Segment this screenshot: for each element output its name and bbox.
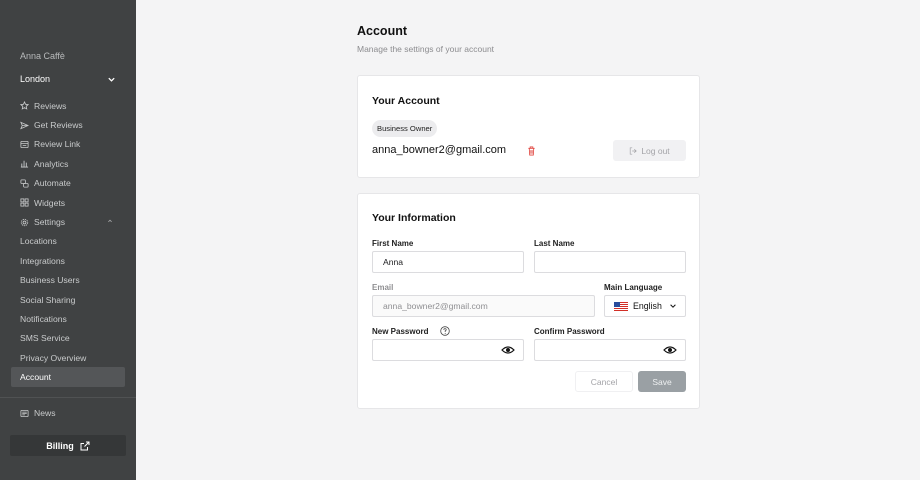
language-value: English <box>633 301 662 311</box>
card-title: Your Account <box>372 95 440 107</box>
role-badge: Business Owner <box>372 120 438 137</box>
newspaper-icon <box>20 409 29 418</box>
email-label: Email <box>372 283 394 292</box>
help-circle-icon[interactable] <box>440 326 450 336</box>
sidebar-item-business-users[interactable]: Business Users <box>0 271 136 290</box>
sidebar-item-label: News <box>34 408 56 418</box>
page-title: Account <box>357 24 407 38</box>
sidebar-item-label: SMS Service <box>20 333 70 344</box>
us-flag-icon <box>614 301 628 311</box>
location-label: London <box>20 74 51 84</box>
sidebar-item-automate[interactable]: Automate <box>0 174 136 193</box>
confirm-password-label: Confirm Password <box>534 327 605 336</box>
sidebar-item-social-sharing[interactable]: Social Sharing <box>0 290 136 309</box>
sidebar-item-privacy-overview[interactable]: Privacy Overview <box>0 348 136 367</box>
logout-icon <box>630 146 638 155</box>
sidebar-item-label: Locations <box>20 236 57 247</box>
sidebar-item-label: Privacy Overview <box>20 352 87 363</box>
sidebar-item-label: Account <box>20 372 52 383</box>
last-name-label: Last Name <box>534 239 575 248</box>
sidebar-item-label: Settings <box>34 217 66 228</box>
sidebar-item-get-reviews[interactable]: Get Reviews <box>0 115 136 134</box>
sidebar-item-notifications[interactable]: Notifications <box>0 309 136 328</box>
external-link-icon <box>80 441 90 450</box>
sidebar-item-news[interactable]: News <box>20 408 56 418</box>
logout-label: Log out <box>641 145 670 156</box>
sidebar-item-label: Business Users <box>20 275 80 286</box>
sidebar-item-label: Integrations <box>20 255 65 266</box>
last-name-field[interactable] <box>534 251 686 273</box>
first-name-field[interactable] <box>372 251 524 273</box>
sidebar-item-integrations[interactable]: Integrations <box>0 251 136 270</box>
link-card-icon <box>20 140 29 149</box>
account-email: anna_bowner2@gmail.com <box>372 144 507 156</box>
sidebar-nav: Reviews Get Reviews Review Link Analytic… <box>0 96 136 387</box>
sidebar-item-locations[interactable]: Locations <box>0 232 136 251</box>
sidebar-item-label: Get Reviews <box>34 120 83 131</box>
chevron-up-icon <box>108 219 112 223</box>
automate-icon <box>20 179 29 188</box>
sidebar-item-label: Automate <box>34 178 71 189</box>
sidebar-item-reviews[interactable]: Reviews <box>0 96 136 115</box>
sidebar-item-label: Widgets <box>34 197 66 208</box>
send-icon <box>20 121 29 130</box>
trash-icon[interactable] <box>527 146 536 156</box>
sidebar-item-account[interactable]: Account <box>11 367 125 387</box>
billing-button[interactable]: Billing <box>10 435 126 456</box>
new-password-label: New Password <box>372 327 429 336</box>
card-title: Your Information <box>372 212 456 224</box>
location-selector[interactable]: London <box>20 72 116 86</box>
language-select[interactable]: English <box>604 295 686 317</box>
business-name: Anna Caffè <box>20 51 65 61</box>
sidebar-item-sms-service[interactable]: SMS Service <box>0 329 136 348</box>
chevron-down-icon <box>670 304 676 308</box>
first-name-label: First Name <box>372 239 414 248</box>
sidebar-item-label: Analytics <box>34 158 69 169</box>
main-language-label: Main Language <box>604 283 663 292</box>
logout-button[interactable]: Log out <box>613 140 686 161</box>
chevron-down-icon <box>108 77 115 82</box>
eye-icon[interactable] <box>501 345 515 355</box>
sidebar-item-label: Notifications <box>20 313 67 324</box>
email-field[interactable] <box>372 295 595 317</box>
star-icon <box>20 101 29 110</box>
sidebar-item-widgets[interactable]: Widgets <box>0 193 136 212</box>
sidebar-item-label: Social Sharing <box>20 294 76 305</box>
gear-icon <box>20 218 29 227</box>
your-information-card: Your Information First Name Last Name Em… <box>357 193 700 409</box>
sidebar-divider <box>0 397 136 398</box>
widgets-icon <box>20 198 29 207</box>
bar-chart-icon <box>20 159 29 168</box>
cancel-button[interactable]: Cancel <box>575 371 633 392</box>
billing-label: Billing <box>46 440 74 451</box>
sidebar: Anna Caffè London Reviews Get Reviews Re… <box>0 0 136 480</box>
save-button[interactable]: Save <box>638 371 686 392</box>
sidebar-item-settings[interactable]: Settings <box>0 212 136 231</box>
eye-icon[interactable] <box>663 345 677 355</box>
sidebar-item-label: Review Link <box>34 139 81 150</box>
sidebar-item-review-link[interactable]: Review Link <box>0 135 136 154</box>
your-account-card: Your Account Business Owner anna_bowner2… <box>357 75 700 178</box>
sidebar-item-analytics[interactable]: Analytics <box>0 154 136 173</box>
sidebar-item-label: Reviews <box>34 100 67 111</box>
page-subtitle: Manage the settings of your account <box>357 44 495 54</box>
